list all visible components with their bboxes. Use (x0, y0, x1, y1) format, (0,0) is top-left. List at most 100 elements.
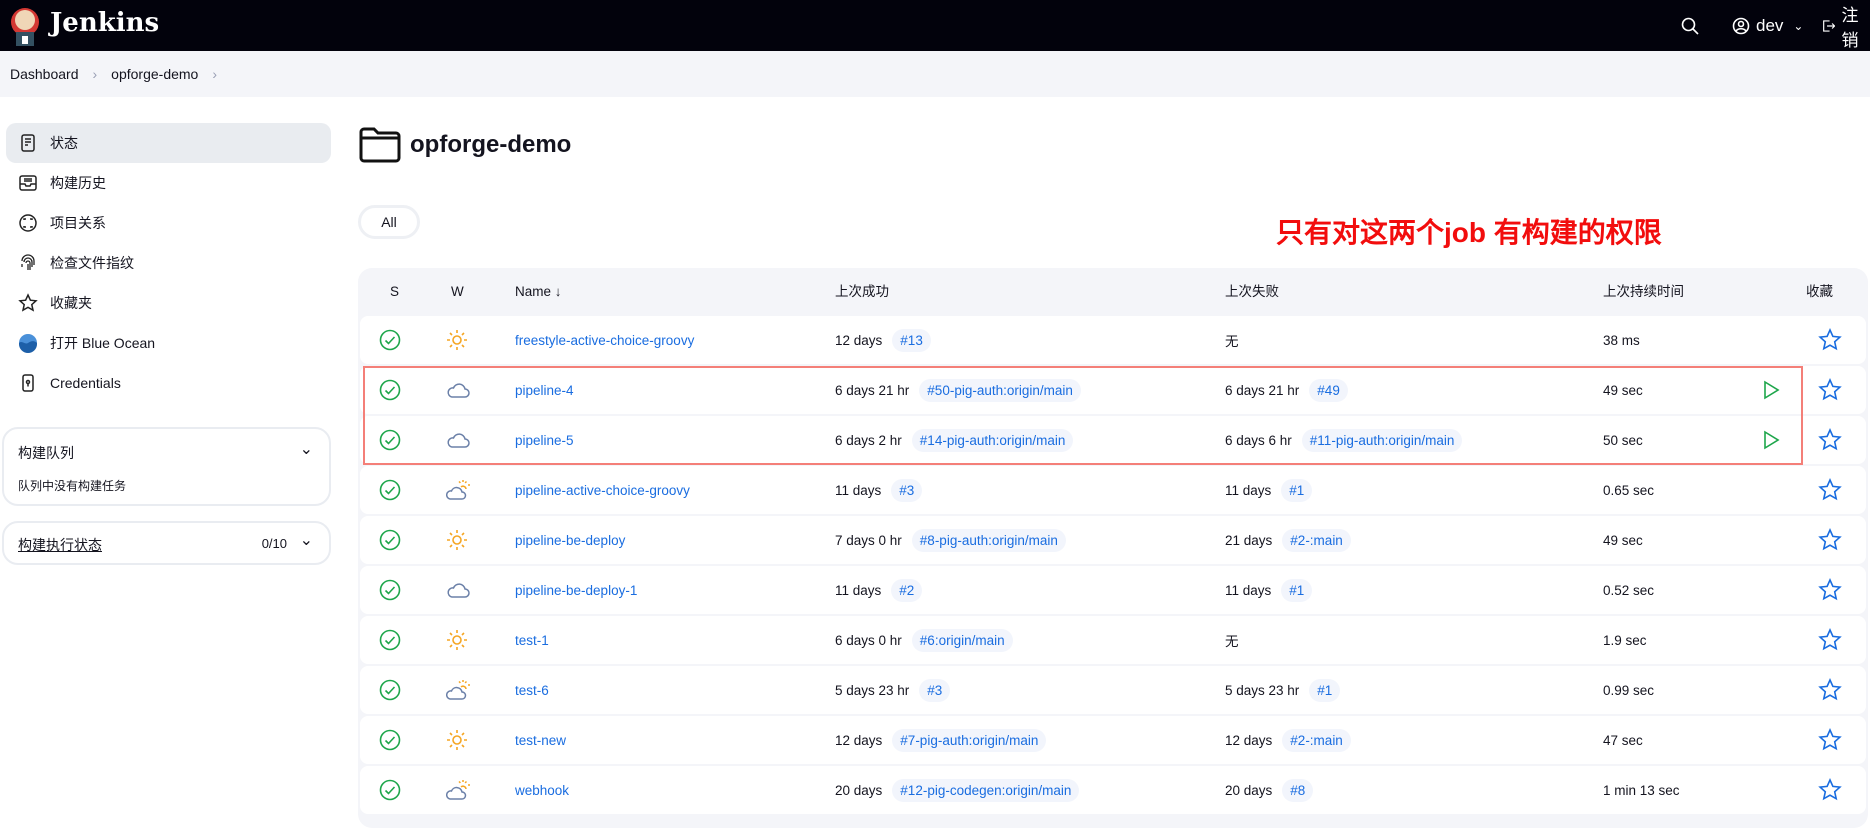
table-row: freestyle-active-choice-groovy 12 days #13… (360, 316, 1866, 364)
sidebar-item-relations[interactable]: 项目关系 (6, 203, 331, 243)
last-success-build-link[interactable]: #50-pig-auth:origin/main (919, 378, 1081, 402)
last-failure-build-link[interactable]: #8 (1282, 778, 1314, 802)
col-last-failure[interactable]: 上次失败 (1225, 268, 1279, 316)
chevron-right-icon[interactable]: › (212, 66, 217, 82)
last-duration: 1.9 sec (1603, 632, 1647, 648)
last-duration: 1 min 13 sec (1603, 782, 1680, 798)
breadcrumb: Dashboard › opforge-demo › (0, 51, 1870, 97)
job-name-link[interactable]: pipeline-active-choice-groovy (515, 483, 690, 498)
last-success-time: 12 days (835, 732, 883, 748)
last-success-time: 12 days (835, 332, 883, 348)
weather-cloud-icon (445, 416, 471, 464)
sidebar-item-fingerprint[interactable]: 检查文件指纹 (6, 243, 331, 283)
job-name-link[interactable]: pipeline-be-deploy-1 (515, 583, 637, 598)
last-success-time: 11 days (835, 582, 882, 598)
chevron-right-icon: › (92, 66, 98, 82)
last-failure-build-link[interactable]: #2-:main (1282, 728, 1351, 752)
top-bar: Jenkins dev ⌄ 注销 (0, 0, 1870, 51)
status-success-icon (379, 766, 401, 814)
last-failure-time: 6 days 6 hr (1225, 432, 1292, 448)
last-failure-build-link[interactable]: #11-pig-auth:origin/main (1301, 428, 1463, 452)
weather-cloud-icon (445, 566, 471, 614)
job-name-link[interactable]: pipeline-5 (515, 433, 574, 448)
favorite-star-icon[interactable] (1818, 466, 1842, 514)
last-success-build-link[interactable]: #7-pig-auth:origin/main (892, 728, 1047, 752)
weather-sun-icon (445, 716, 469, 764)
table-row: pipeline-be-deploy-1 11 days #2 11 days #1 0.… (360, 566, 1866, 614)
last-success-time: 11 days (835, 482, 882, 498)
breadcrumb-opforge-demo[interactable]: opforge-demo (111, 66, 198, 82)
last-failure-build-link[interactable]: #2-:main (1282, 528, 1351, 552)
col-last-success[interactable]: 上次成功 (835, 268, 889, 316)
last-success-build-link[interactable]: #14-pig-auth:origin/main (911, 428, 1074, 452)
blue-ocean-icon (19, 334, 37, 353)
favorite-star-icon[interactable] (1818, 616, 1842, 664)
last-success-build-link[interactable]: #6:origin/main (911, 628, 1013, 652)
tab-all[interactable]: All (358, 205, 420, 239)
breadcrumb-dashboard[interactable]: Dashboard (10, 66, 79, 82)
job-name-link[interactable]: freestyle-active-choice-groovy (515, 333, 694, 348)
build-queue-title[interactable]: 构建队列 (18, 443, 74, 463)
sidebar-item-blue-ocean[interactable]: 打开 Blue Ocean (6, 323, 331, 363)
logout-button[interactable]: 注销 (1822, 0, 1870, 51)
sidebar-item-credentials[interactable]: Credentials (6, 363, 331, 403)
last-success-time: 20 days (835, 782, 883, 798)
table-row: pipeline-active-choice-groovy 11 days #3 11… (360, 466, 1866, 514)
last-success-build-link[interactable]: #3 (891, 478, 923, 502)
sidebar-item-status[interactable]: 状态 (6, 123, 331, 163)
col-last-duration[interactable]: 上次持续时间 (1603, 268, 1684, 316)
weather-sun-icon (445, 616, 469, 664)
search-button[interactable] (1680, 0, 1700, 51)
col-name[interactable]: Name ↓ (515, 268, 562, 316)
last-duration: 50 sec (1603, 432, 1643, 448)
favorite-star-icon[interactable] (1818, 666, 1842, 714)
last-failure-build-link[interactable]: #49 (1309, 378, 1348, 402)
favorite-star-icon[interactable] (1818, 366, 1842, 414)
fingerprint-icon (21, 254, 35, 270)
last-failure-build-link[interactable]: #1 (1281, 478, 1313, 502)
favorite-star-icon[interactable] (1818, 566, 1842, 614)
last-success-build-link[interactable]: #3 (919, 678, 951, 702)
col-weather[interactable]: W (451, 268, 464, 316)
last-success-build-link[interactable]: #2 (891, 578, 923, 602)
schedule-build-play-icon[interactable] (1762, 366, 1780, 414)
last-duration: 0.99 sec (1603, 682, 1655, 698)
last-success-build-link[interactable]: #8-pig-auth:origin/main (911, 528, 1066, 552)
jenkins-logo-icon[interactable] (8, 6, 42, 46)
last-duration: 49 sec (1603, 382, 1643, 398)
user-icon (1732, 17, 1750, 34)
schedule-build-play-icon[interactable] (1762, 416, 1780, 464)
status-success-icon (379, 666, 401, 714)
executors-title[interactable]: 构建执行状态 (18, 535, 102, 555)
job-name-link[interactable]: test-new (515, 733, 566, 748)
last-failure-time: 11 days (1225, 582, 1272, 598)
sidebar-item-build-history[interactable]: 构建历史 (6, 163, 331, 203)
sidebar-item-favorites[interactable]: 收藏夹 (6, 283, 331, 323)
last-success-time: 6 days 0 hr (835, 632, 902, 648)
executors-count: 0/10 (261, 536, 287, 551)
job-name-link[interactable]: pipeline-4 (515, 383, 574, 398)
job-name-link[interactable]: pipeline-be-deploy (515, 533, 625, 548)
table-row: pipeline-be-deploy 7 days 0 hr #8-pig-auth… (360, 516, 1866, 564)
chevron-down-icon[interactable]: ⌄ (300, 530, 313, 550)
last-success-build-link[interactable]: #13 (892, 328, 931, 352)
col-status[interactable]: S (390, 268, 399, 316)
status-success-icon (379, 316, 401, 364)
last-duration: 38 ms (1603, 332, 1640, 348)
table-row: pipeline-5 6 days 2 hr #14-pig-auth:origin… (360, 416, 1866, 464)
favorite-star-icon[interactable] (1818, 716, 1842, 764)
last-failure-build-link[interactable]: #1 (1281, 578, 1313, 602)
chevron-down-icon[interactable]: ⌄ (300, 439, 313, 459)
favorite-star-icon[interactable] (1818, 766, 1842, 814)
job-name-link[interactable]: test-1 (515, 633, 549, 648)
favorite-star-icon[interactable] (1818, 316, 1842, 364)
job-name-link[interactable]: test-6 (515, 683, 549, 698)
brand-name[interactable]: Jenkins (50, 8, 159, 38)
last-success-build-link[interactable]: #12-pig-codegen:origin/main (892, 778, 1080, 802)
job-name-link[interactable]: webhook (515, 783, 569, 798)
favorite-star-icon[interactable] (1818, 416, 1842, 464)
last-failure-build-link[interactable]: #1 (1309, 678, 1341, 702)
last-failure-time: 12 days (1225, 732, 1273, 748)
favorite-star-icon[interactable] (1818, 516, 1842, 564)
user-menu[interactable]: dev ⌄ (1732, 0, 1803, 51)
